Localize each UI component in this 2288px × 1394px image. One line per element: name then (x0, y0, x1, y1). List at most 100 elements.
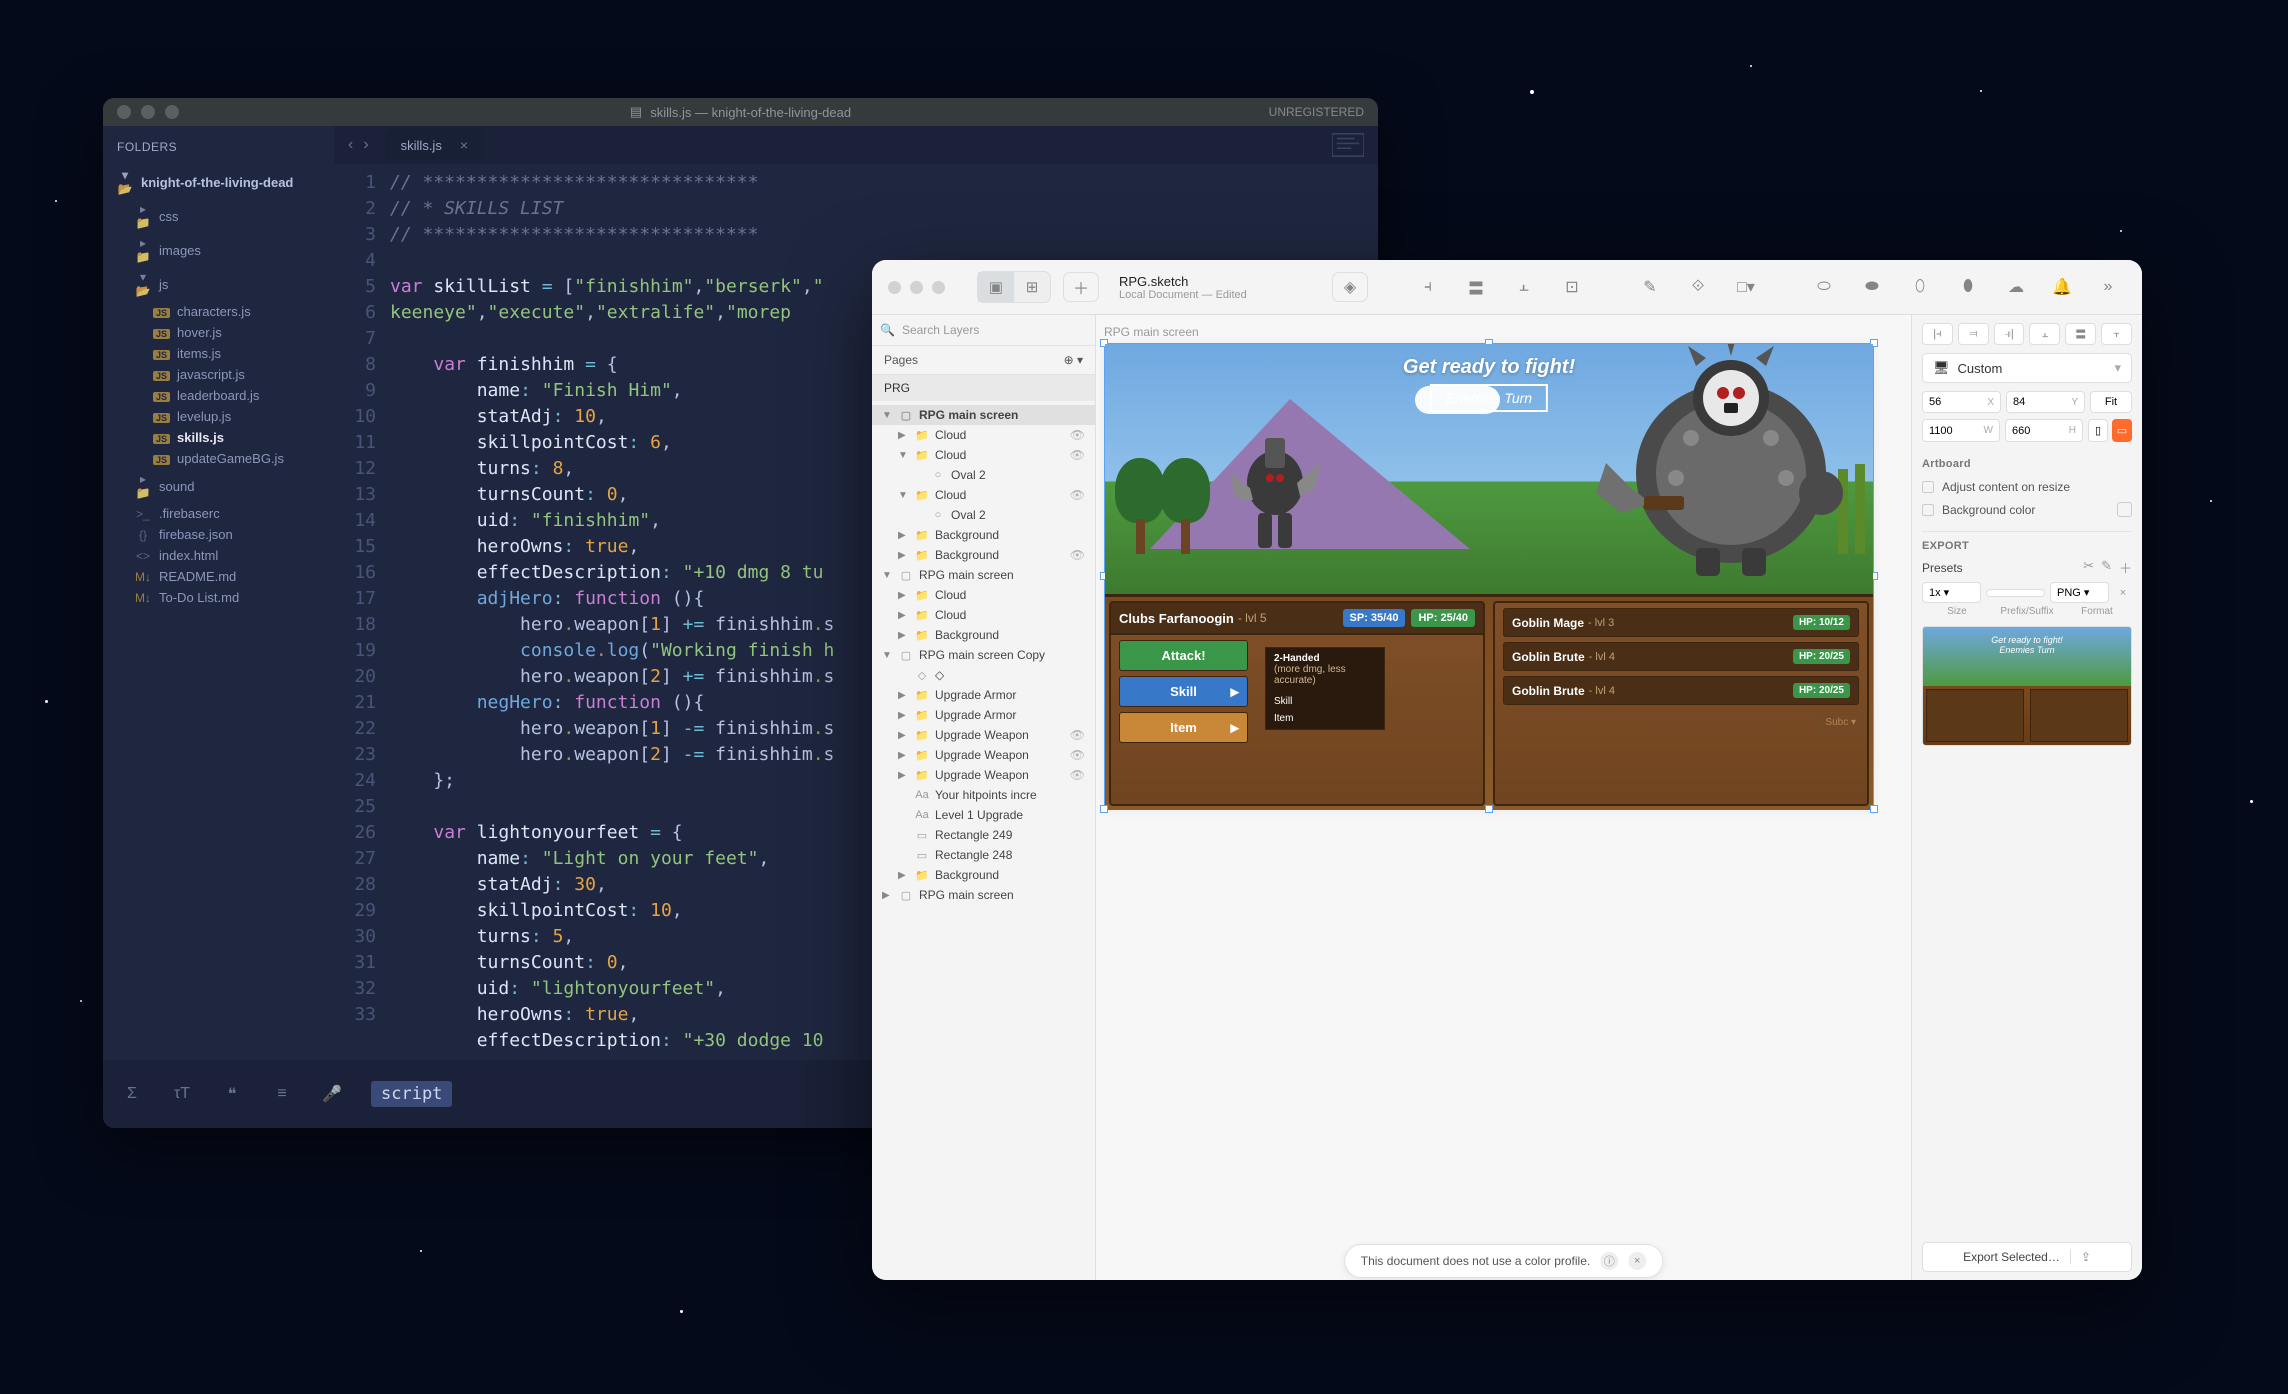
visibility-icon[interactable]: 👁 (1070, 748, 1085, 762)
layer-item[interactable]: ▶📁Upgrade Weapon👁 (872, 745, 1095, 765)
artboard-rpg-main[interactable]: Get ready to fight! Enemies Turn (1104, 343, 1874, 809)
layer-item[interactable]: ▼▢RPG main screen (872, 565, 1095, 585)
text-size-icon[interactable]: τT (171, 1083, 193, 1105)
align-left-icon[interactable]: ⫞ (1410, 272, 1446, 302)
tree-item[interactable]: ▸ 📁sound (103, 469, 334, 503)
notifications-icon[interactable]: 🔔 (2044, 272, 2080, 302)
tree-item[interactable]: JSskills.js (103, 427, 334, 448)
add-page-icon[interactable]: ⊕ ▾ (1064, 353, 1083, 367)
tab-skills-js[interactable]: skills.js × (385, 129, 484, 161)
insert-icon[interactable]: ＋ (1063, 272, 1099, 302)
transform-icon[interactable]: ⟐ (1680, 272, 1716, 302)
tree-item[interactable]: ▸ 📁css (103, 199, 334, 233)
skill-button[interactable]: Skill▶ (1119, 676, 1248, 707)
disclosure-icon[interactable]: ▶ (898, 730, 909, 741)
edit-icon[interactable]: ✎ (1632, 272, 1668, 302)
layer-item[interactable]: ▭Rectangle 248 (872, 845, 1095, 865)
rotate-icon[interactable]: □▾ (1728, 272, 1764, 302)
disclosure-icon[interactable]: ▶ (898, 870, 909, 881)
subclass-button[interactable]: Subc ▾ (1818, 714, 1863, 731)
tree-item[interactable]: JSupdateGameBG.js (103, 448, 334, 469)
y-input[interactable]: 84Y (2006, 391, 2085, 413)
tree-item[interactable]: JShover.js (103, 322, 334, 343)
editor-titlebar[interactable]: ▤ skills.js — knight-of-the-living-dead … (103, 98, 1378, 126)
disclosure-icon[interactable]: ▶ (898, 610, 909, 621)
align-center-icon[interactable]: 〓 (1458, 272, 1494, 302)
format-select[interactable]: PNG ▾ (2050, 582, 2109, 603)
quote-icon[interactable]: ❝ (221, 1083, 243, 1105)
artboard-name[interactable]: RPG main screen (1104, 325, 1199, 339)
layer-item[interactable]: ▶📁Background (872, 865, 1095, 885)
visibility-icon[interactable]: 👁 (1070, 428, 1085, 442)
close-button[interactable] (117, 105, 131, 119)
tree-item[interactable]: {}firebase.json (103, 524, 334, 545)
layer-item[interactable]: ○Oval 2 (872, 465, 1095, 485)
layer-item[interactable]: ▼📁Cloud👁 (872, 445, 1095, 465)
toast-info-icon[interactable]: ⓘ (1600, 1252, 1618, 1270)
attack-button[interactable]: Attack! (1119, 640, 1248, 671)
align-hcenter-icon[interactable]: ⫤ (1958, 323, 1989, 345)
bg-color-checkbox[interactable]: Background color (1922, 498, 2132, 521)
item-button[interactable]: Item▶ (1119, 712, 1248, 743)
page-item[interactable]: PRG (872, 375, 1095, 401)
color-swatch[interactable] (2117, 502, 2132, 517)
disclosure-icon[interactable]: ▶ (898, 630, 909, 641)
disclosure-icon[interactable]: ▼ (898, 490, 909, 501)
x-input[interactable]: 56X (1922, 391, 2001, 413)
layer-item[interactable]: ▶📁Cloud (872, 605, 1095, 625)
tree-item[interactable]: M↓To-Do List.md (103, 587, 334, 608)
intersect-icon[interactable]: ⬯ (1902, 272, 1938, 302)
layer-item[interactable]: AaYour hitpoints incre (872, 785, 1095, 805)
subtract-icon[interactable]: ⬬ (1854, 272, 1890, 302)
layer-item[interactable]: ▼▢RPG main screen Copy (872, 645, 1095, 665)
preset-edit-icon[interactable]: ✎ (2101, 558, 2112, 577)
disclosure-icon[interactable]: ▼ (882, 570, 893, 581)
align-right-icon[interactable]: ⫣| (1994, 323, 2025, 345)
tree-item[interactable]: ▾ 📂knight-of-the-living-dead (103, 165, 334, 199)
height-input[interactable]: 660H (2005, 419, 2083, 442)
zoom-button[interactable] (165, 105, 179, 119)
list-icon[interactable]: ≡ (271, 1083, 293, 1105)
layer-item[interactable]: ▼📁Cloud👁 (872, 485, 1095, 505)
disclosure-icon[interactable]: ▶ (898, 690, 909, 701)
tree-item[interactable]: JSjavascript.js (103, 364, 334, 385)
toast-close-icon[interactable]: × (1628, 1252, 1646, 1270)
enemy-row[interactable]: Goblin Brute - lvl 4HP: 20/25 (1503, 642, 1859, 671)
visibility-icon[interactable]: 👁 (1070, 548, 1085, 562)
layer-item[interactable]: ▶📁Background👁 (872, 545, 1095, 565)
share-icon[interactable]: ⇪ (2070, 1250, 2091, 1264)
tree-item[interactable]: ▸ 📁images (103, 233, 334, 267)
sigma-icon[interactable]: Σ (121, 1083, 143, 1105)
layer-item[interactable]: ▶📁Background (872, 525, 1095, 545)
disclosure-icon[interactable]: ▶ (898, 430, 909, 441)
union-icon[interactable]: ⬭ (1806, 272, 1842, 302)
disclosure-icon[interactable]: ▶ (882, 890, 893, 901)
orient-portrait-icon[interactable]: ▯ (2088, 419, 2108, 442)
layer-item[interactable]: AaLevel 1 Upgrade (872, 805, 1095, 825)
layer-item[interactable]: ▶▢RPG main screen (872, 885, 1095, 905)
minimize-button[interactable] (910, 281, 923, 294)
symbol-icon[interactable]: ◈ (1332, 272, 1368, 302)
minimize-button[interactable] (141, 105, 155, 119)
enemy-row[interactable]: Goblin Brute - lvl 4HP: 20/25 (1503, 676, 1859, 705)
disclosure-icon[interactable]: ▶ (898, 750, 909, 761)
preset-add-icon[interactable]: ＋ (2119, 558, 2132, 577)
view-canvas-icon[interactable]: ▣ (978, 272, 1014, 302)
disclosure-icon[interactable]: ▶ (898, 530, 909, 541)
align-left-icon[interactable]: |⫞ (1922, 323, 1953, 345)
disclosure-icon[interactable]: ▶ (898, 770, 909, 781)
width-input[interactable]: 1100W (1922, 419, 2000, 442)
tree-item[interactable]: JSlevelup.js (103, 406, 334, 427)
align-vcenter-icon[interactable]: 〓 (2065, 323, 2096, 345)
layer-item[interactable]: ▶📁Upgrade Armor (872, 685, 1095, 705)
difference-icon[interactable]: ⬮ (1950, 272, 1986, 302)
adjust-content-checkbox[interactable]: Adjust content on resize (1922, 476, 2132, 498)
export-button[interactable]: Export Selected… ⇪ (1922, 1242, 2132, 1272)
disclosure-icon[interactable]: ▼ (898, 450, 909, 461)
size-preset-select[interactable]: 🖥 Custom ▾ (1922, 353, 2132, 383)
layer-item[interactable]: ▶📁Cloud (872, 585, 1095, 605)
panel-toggle-icon[interactable]: » (2090, 272, 2126, 302)
syntax-tag[interactable]: script (371, 1081, 452, 1107)
zoom-button[interactable] (932, 281, 945, 294)
cloud-icon[interactable]: ☁ (1998, 272, 2034, 302)
